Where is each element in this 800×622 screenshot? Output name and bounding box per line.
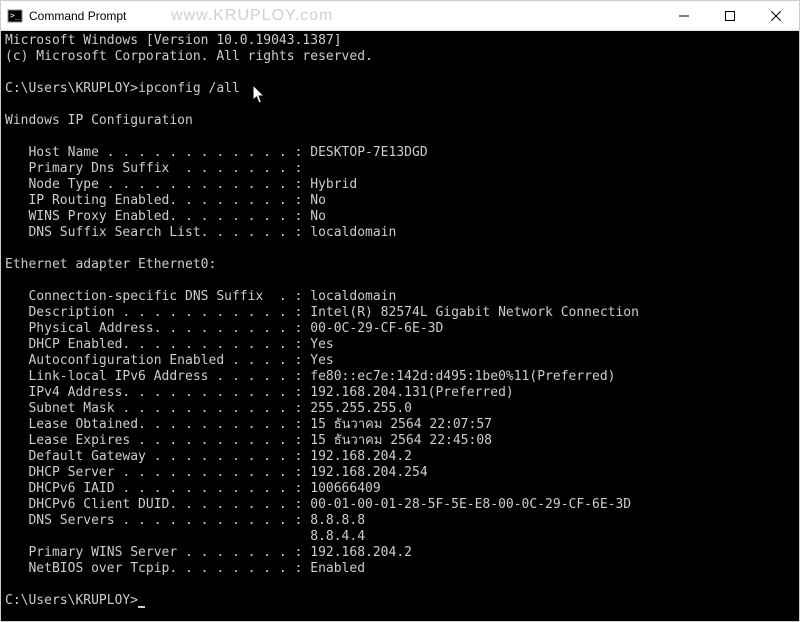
- autoconfig-line: Autoconfiguration Enabled . . . . : Yes: [5, 353, 334, 368]
- dhcp-server-line: DHCP Server . . . . . . . . . . . : 192.…: [5, 465, 428, 480]
- dns-suffix-list-line: DNS Suffix Search List. . . . . . : loca…: [5, 225, 396, 240]
- minimize-button[interactable]: [661, 1, 707, 30]
- prompt-line2: C:\Users\KRUPLOY>: [5, 593, 145, 608]
- command-input: ipconfig /all: [138, 81, 240, 96]
- window-controls: [661, 1, 799, 30]
- lease-obtained-line: Lease Obtained. . . . . . . . . . : 15 ธ…: [5, 417, 492, 432]
- terminal-header-line1: Microsoft Windows [Version 10.0.19043.13…: [5, 33, 342, 48]
- text-cursor: [138, 606, 145, 608]
- primary-dns-suffix-line: Primary Dns Suffix . . . . . . . :: [5, 161, 302, 176]
- svg-text:>_: >_: [10, 11, 20, 20]
- description-line: Description . . . . . . . . . . . : Inte…: [5, 305, 639, 320]
- lease-expires-line: Lease Expires . . . . . . . . . . : 15 ธ…: [5, 433, 492, 448]
- terminal-area[interactable]: Microsoft Windows [Version 10.0.19043.13…: [1, 31, 799, 621]
- prompt-line1: C:\Users\KRUPLOY>ipconfig /all: [5, 81, 240, 96]
- window-title: Command Prompt: [29, 9, 126, 23]
- terminal-header-line2: (c) Microsoft Corporation. All rights re…: [5, 49, 373, 64]
- dns-servers-line1: DNS Servers . . . . . . . . . . . : 8.8.…: [5, 513, 365, 528]
- command-prompt-window: >_ Command Prompt www.KRUPLOY.com Micros…: [0, 0, 800, 622]
- physical-address-line: Physical Address. . . . . . . . . : 00-0…: [5, 321, 443, 336]
- dns-servers-line2: 8.8.4.4: [5, 529, 365, 544]
- ip-routing-line: IP Routing Enabled. . . . . . . . : No: [5, 193, 326, 208]
- section-ip-config: Windows IP Configuration: [5, 113, 193, 128]
- titlebar: >_ Command Prompt www.KRUPLOY.com: [1, 1, 799, 31]
- dhcpv6-iaid-line: DHCPv6 IAID . . . . . . . . . . . : 1006…: [5, 481, 381, 496]
- section-ethernet: Ethernet adapter Ethernet0:: [5, 257, 216, 272]
- dhcpv6-duid-line: DHCPv6 Client DUID. . . . . . . . : 00-0…: [5, 497, 631, 512]
- netbios-line: NetBIOS over Tcpip. . . . . . . . : Enab…: [5, 561, 365, 576]
- cmd-icon: >_: [7, 8, 23, 24]
- close-button[interactable]: [753, 1, 799, 30]
- link-local-ipv6-line: Link-local IPv6 Address . . . . . : fe80…: [5, 369, 615, 384]
- ipv4-address-line: IPv4 Address. . . . . . . . . . . : 192.…: [5, 385, 514, 400]
- node-type-line: Node Type . . . . . . . . . . . . : Hybr…: [5, 177, 357, 192]
- hostname-line: Host Name . . . . . . . . . . . . : DESK…: [5, 145, 428, 160]
- default-gateway-line: Default Gateway . . . . . . . . . : 192.…: [5, 449, 412, 464]
- conn-dns-line: Connection-specific DNS Suffix . : local…: [5, 289, 396, 304]
- primary-wins-line: Primary WINS Server . . . . . . . : 192.…: [5, 545, 412, 560]
- watermark-text: www.KRUPLOY.com: [171, 7, 333, 25]
- subnet-mask-line: Subnet Mask . . . . . . . . . . . : 255.…: [5, 401, 412, 416]
- dhcp-enabled-line: DHCP Enabled. . . . . . . . . . . : Yes: [5, 337, 334, 352]
- maximize-button[interactable]: [707, 1, 753, 30]
- wins-proxy-line: WINS Proxy Enabled. . . . . . . . : No: [5, 209, 326, 224]
